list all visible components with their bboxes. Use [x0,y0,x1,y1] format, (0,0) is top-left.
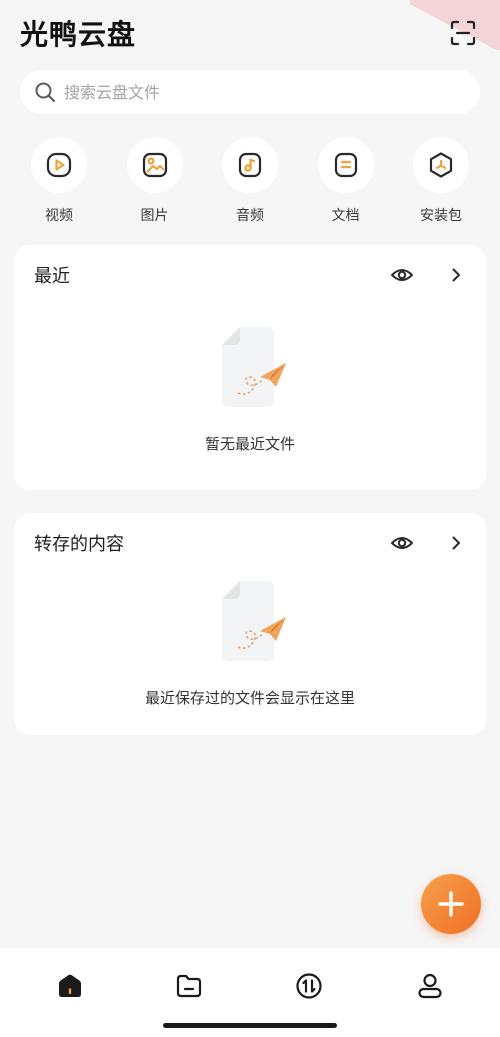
chevron-right-icon [452,268,460,282]
empty-file-icon [222,581,286,661]
video-icon [31,137,87,193]
nav-files[interactable] [171,968,207,1004]
empty-file-icon [222,327,286,407]
saved-empty-text: 最近保存过的文件会显示在这里 [144,689,355,707]
plus-icon [438,891,464,917]
recent-empty-state: 暂无最近文件 [14,325,486,454]
category-label: 文档 [331,208,360,224]
nav-home[interactable] [52,968,88,1004]
category-image[interactable]: 图片 [110,137,200,227]
image-icon [126,137,183,193]
home-icon [59,974,81,997]
eye-icon [391,269,413,281]
category-label: 图片 [140,208,169,224]
category-package[interactable]: 安装包 [396,137,486,227]
eye-icon [391,537,413,549]
saved-empty-state: 最近保存过的文件会显示在这里 [14,579,486,708]
scan-icon [450,20,476,46]
header: 光鸭云盘 [20,10,480,56]
app-title: 光鸭云盘 [20,18,137,51]
search-bar[interactable] [20,70,480,114]
profile-icon [418,973,442,999]
document-icon [317,137,374,193]
category-audio[interactable]: 音频 [205,137,295,227]
folder-icon [176,974,202,998]
saved-more-button[interactable] [442,529,470,557]
recent-more-button[interactable] [442,261,470,289]
saved-card: 转存的内容 最近保存过的文件会显示在这里 [14,513,486,735]
recent-header: 最近 [34,259,470,291]
audio-icon [222,137,278,193]
category-label: 视频 [45,208,73,224]
category-video[interactable]: 视频 [14,137,104,227]
recent-visibility-button[interactable] [388,261,416,289]
category-row: 视频 图片 音频 文档 安装包 [14,137,486,227]
saved-title: 转存的内容 [34,534,124,555]
add-button[interactable] [421,874,481,934]
recent-actions [388,261,470,289]
saved-actions [388,529,470,557]
nav-transfer[interactable] [291,968,327,1004]
category-document[interactable]: 文档 [301,137,391,227]
category-label: 音频 [236,208,264,224]
search-icon [35,82,55,102]
saved-visibility-button[interactable] [388,529,416,557]
transfer-icon [296,973,322,999]
nav-profile[interactable] [412,968,448,1004]
scan-button[interactable] [446,16,480,50]
recent-empty-text: 暂无最近文件 [204,435,295,453]
recent-card: 最近 暂无最近文件 [14,245,486,490]
home-indicator [163,1023,337,1028]
package-icon [413,137,469,193]
recent-title: 最近 [34,266,70,287]
search-input[interactable] [64,82,444,102]
category-label: 安装包 [420,208,462,224]
saved-header: 转存的内容 [34,527,470,559]
chevron-right-icon [452,536,460,550]
